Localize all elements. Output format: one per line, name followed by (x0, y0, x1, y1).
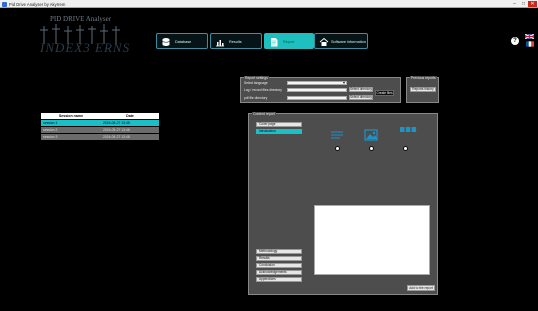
select-log-directory-button[interactable]: Select directory (349, 87, 373, 92)
table-row[interactable]: session 2 2024-05-27 13:46 (41, 127, 159, 133)
app-icon (2, 1, 7, 7)
session-name-cell: session 3 (43, 135, 58, 139)
layout-option-3-radio[interactable] (402, 146, 408, 151)
chevron-down-icon: ▾ (342, 80, 345, 86)
section-results[interactable]: Results (256, 256, 302, 261)
window-title: Pid Drive Analyser by Akyrrem (9, 1, 66, 7)
session-name-cell: session 2 (43, 128, 58, 132)
results-chart-icon (216, 40, 224, 47)
english-flag-icon[interactable] (525, 34, 534, 39)
select-pdf-directory-button[interactable]: Select directory (349, 95, 373, 100)
content-report-legend: Content report (252, 112, 276, 116)
tab-report[interactable]: Report (264, 33, 314, 49)
text-layout-icon[interactable] (329, 128, 345, 142)
multi-image-layout-icon[interactable] (399, 126, 417, 134)
section-conclusion[interactable]: Conclusion (256, 263, 302, 268)
help-icon[interactable]: ? (511, 37, 519, 45)
log-files-label: Log / record files directory (244, 88, 282, 92)
session-date-cell: 2024-05-27 13:48 (103, 135, 130, 139)
close-button[interactable]: ✕ (528, 1, 537, 7)
column-header-session-name: Session name (58, 114, 84, 118)
app-logo: PID DRIVE Analyser INDEX3 ERNS (36, 14, 131, 58)
language-label: Select language (244, 81, 268, 85)
tab-report-label: Report (283, 40, 295, 44)
pdf-directory-field[interactable] (287, 95, 347, 100)
report-settings-panel: Report settings Select language ▾ Log / … (240, 76, 401, 103)
session-date-cell: 2024-05-27 13:46 (103, 128, 130, 132)
session-date-cell: 2024-05-27 13:45 (103, 121, 130, 125)
section-appendices[interactable]: Appendices (256, 277, 302, 282)
log-directory-field[interactable] (287, 87, 347, 92)
tab-database[interactable]: Database (156, 33, 208, 49)
report-settings-legend: Report settings (244, 76, 269, 80)
table-header: Session name Date (41, 113, 159, 119)
report-document-icon (271, 38, 278, 47)
content-preview-area[interactable] (314, 205, 430, 275)
logo-wordmark: INDEX3 ERNS (40, 40, 131, 55)
create-files-button[interactable]: Create files (375, 90, 394, 96)
image-layout-icon[interactable] (363, 128, 379, 142)
tab-database-label: Database (175, 40, 192, 44)
tab-results-label: Results (229, 40, 242, 44)
pdf-directory-label: pdf file directory (244, 96, 268, 100)
section-introduction[interactable]: Introduction (256, 129, 302, 134)
table-row[interactable]: session 1 2024-05-27 13:45 (41, 120, 159, 126)
maximize-button[interactable]: □ (519, 1, 528, 7)
table-row[interactable]: session 3 2024-05-27 13:48 (41, 134, 159, 140)
language-select[interactable]: ▾ (287, 80, 347, 86)
tab-software-information[interactable]: Software information (314, 33, 368, 49)
sessions-table: Session name Date session 1 2024-05-27 1… (41, 113, 159, 140)
section-methodology[interactable]: Methodology (256, 249, 302, 254)
minimize-button[interactable]: – (510, 1, 519, 7)
previous-reports-panel: Previous reports Reports history (406, 76, 439, 103)
content-report-panel: Content report Cover page Introduction M… (248, 112, 438, 295)
tab-results[interactable]: Results (210, 33, 262, 49)
database-icon (162, 38, 170, 46)
section-acknowledgements[interactable]: Acknowledgements (256, 270, 302, 275)
layout-option-1-radio[interactable] (334, 146, 340, 151)
section-cover-page[interactable]: Cover page (256, 122, 302, 127)
title-bar: Pid Drive Analyser by Akyrrem – □ ✕ (0, 0, 538, 8)
layout-option-2-radio[interactable] (368, 146, 374, 151)
previous-reports-legend: Previous reports (410, 76, 437, 80)
column-header-date: Date (126, 114, 134, 118)
french-flag-icon[interactable] (526, 41, 534, 47)
session-name-cell: session 1 (43, 121, 58, 125)
reports-history-button[interactable]: Reports history (410, 87, 436, 92)
home-icon (319, 37, 329, 46)
tab-software-information-label: Software information (331, 40, 366, 44)
add-to-report-button[interactable]: Add to the report (407, 285, 435, 291)
